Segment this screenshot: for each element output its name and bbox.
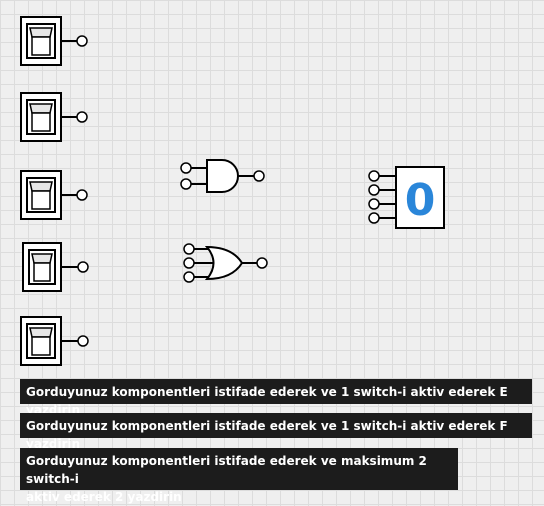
or-gate-input-pin-3[interactable] xyxy=(183,271,195,283)
display-input-pin-4[interactable] xyxy=(368,212,380,224)
switch-3[interactable] xyxy=(20,170,88,220)
switch-5-output-pin xyxy=(77,335,89,347)
or-gate-input-pin-2[interactable] xyxy=(183,257,195,269)
switch-4-output-pin xyxy=(77,261,89,273)
hex-display[interactable]: 0 xyxy=(368,166,445,229)
switch-3-output-pin xyxy=(76,189,88,201)
switch-2-output-pin xyxy=(76,111,88,123)
and-gate[interactable] xyxy=(180,159,265,193)
switch-2[interactable] xyxy=(20,92,88,142)
switch-1[interactable] xyxy=(20,16,88,66)
display-input-pin-2[interactable] xyxy=(368,184,380,196)
or-gate[interactable] xyxy=(183,243,268,283)
or-gate-input-pin-1[interactable] xyxy=(183,243,195,255)
switch-1-output-pin xyxy=(76,35,88,47)
switch-5[interactable] xyxy=(20,316,89,366)
task-instruction-3: Gorduyunuz komponentleri istifade ederek… xyxy=(20,448,458,504)
or-gate-output-pin[interactable] xyxy=(256,257,268,269)
and-gate-output-pin[interactable] xyxy=(253,170,265,182)
task-instruction-1: Gorduyunuz komponentleri istifade ederek… xyxy=(20,379,532,417)
switch-4[interactable] xyxy=(22,242,89,292)
and-gate-input-pin-1[interactable] xyxy=(180,162,192,174)
display-input-pin-3[interactable] xyxy=(368,198,380,210)
display-digit: 0 xyxy=(405,175,436,226)
and-gate-input-pin-2[interactable] xyxy=(180,178,192,190)
display-input-pin-1[interactable] xyxy=(368,170,380,182)
task-instruction-2: Gorduyunuz komponentleri istifade ederek… xyxy=(20,413,532,451)
